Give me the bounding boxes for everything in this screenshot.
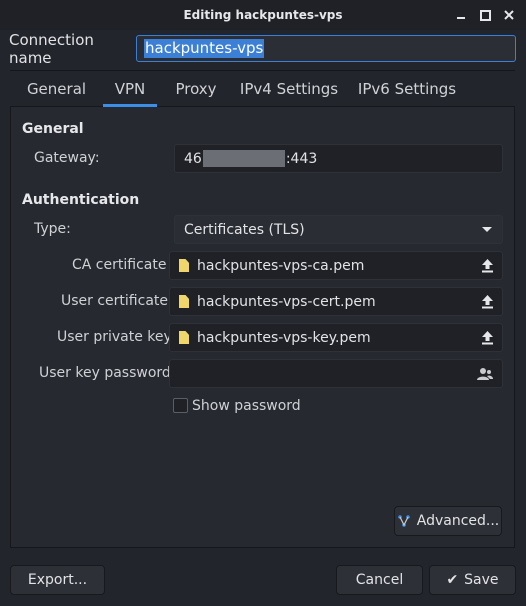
user-key-password-input[interactable] [169,359,503,388]
cancel-button[interactable]: Cancel [336,565,423,595]
connection-name-label: Connection name [9,31,94,67]
show-password-checkbox[interactable] [173,398,188,413]
tab-bar: General VPN Proxy IPv4 Settings IPv6 Set… [10,71,515,107]
window-controls [452,6,518,24]
type-label: Type: [34,221,71,237]
gateway-suffix: :443 [285,150,318,167]
gateway-label: Gateway: [34,150,100,166]
ca-certificate-label: CA certificate [72,257,167,273]
export-button[interactable]: Export... [10,565,105,595]
tab-proxy[interactable]: Proxy [157,71,235,107]
tab-ipv4-label: IPv4 Settings [239,80,339,98]
upload-icon[interactable] [481,294,494,309]
tab-ipv6-settings[interactable]: IPv6 Settings [343,71,471,107]
user-key-password-label: User key password [39,365,171,381]
connection-name-value: hackpuntes-vps [144,39,265,58]
chevron-down-icon [482,227,492,232]
close-icon[interactable] [500,6,518,24]
user-certificate-field[interactable]: hackpuntes-vps-cert.pem [169,287,503,316]
user-certificate-label: User certificate [61,293,169,309]
check-icon: ✔ [446,572,459,588]
tab-ipv4-settings[interactable]: IPv4 Settings [235,71,343,107]
ca-certificate-file: hackpuntes-vps-ca.pem [197,257,365,274]
tab-vpn-label: VPN [114,80,146,98]
type-dropdown[interactable]: Certificates (TLS) [174,215,503,244]
file-icon [179,259,189,272]
tab-vpn[interactable]: VPN [103,71,157,107]
file-icon [179,331,189,344]
maximize-icon[interactable] [476,6,494,24]
user-private-key-label: User private key [57,329,172,345]
window-title: Editing hackpuntes-vps [183,8,343,22]
tab-proxy-label: Proxy [175,80,217,98]
gateway-redacted [202,150,285,167]
gateway-input[interactable]: 46 :443 [174,144,503,173]
file-icon [179,295,189,308]
minimize-icon[interactable] [452,6,470,24]
authentication-heading: Authentication [22,192,140,208]
show-password-label: Show password [192,398,301,414]
type-value: Certificates (TLS) [184,221,305,238]
user-certificate-file: hackpuntes-vps-cert.pem [197,293,376,310]
connection-name-input[interactable]: hackpuntes-vps [136,35,516,62]
export-label: Export... [27,572,88,588]
gateway-prefix: 46 [184,150,202,167]
tab-ipv6-label: IPv6 Settings [357,80,457,98]
user-private-key-field[interactable]: hackpuntes-vps-key.pem [169,323,503,352]
user-private-key-file: hackpuntes-vps-key.pem [197,329,371,346]
upload-icon[interactable] [481,258,494,273]
advanced-label: Advanced... [416,513,500,529]
save-label: Save [464,572,499,588]
user-icon[interactable] [477,367,493,381]
advanced-button[interactable]: Advanced... [394,506,502,536]
settings-nodes-icon [397,515,410,527]
title-bar: Editing hackpuntes-vps [0,0,526,30]
tab-general-label: General [26,80,87,98]
general-heading: General [22,121,84,137]
ca-certificate-field[interactable]: hackpuntes-vps-ca.pem [169,251,503,280]
cancel-label: Cancel [355,572,404,588]
upload-icon[interactable] [481,330,494,345]
save-button[interactable]: ✔ Save [429,565,516,595]
tab-general[interactable]: General [10,71,103,107]
